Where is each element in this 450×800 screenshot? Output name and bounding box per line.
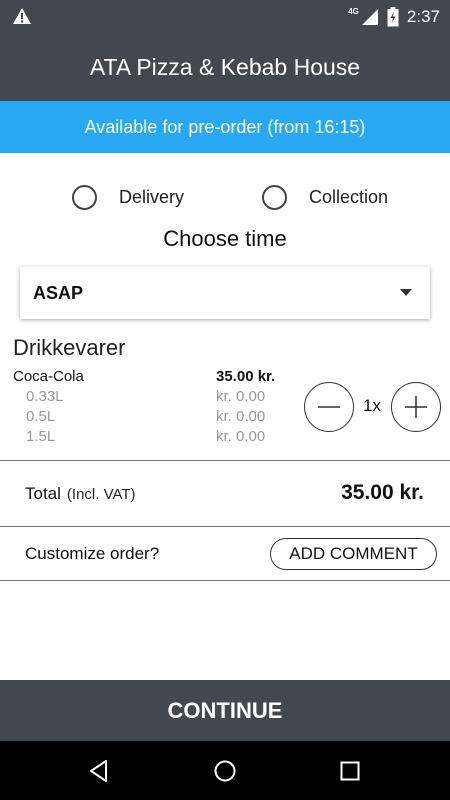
item-price: 35.00 kr. xyxy=(216,368,276,385)
category-title: Drikkevarer xyxy=(13,335,126,360)
continue-label: CONTINUE xyxy=(167,697,283,723)
divider xyxy=(0,526,450,527)
vat-note: (Incl. VAT) xyxy=(66,486,136,503)
total-label: Total (Incl. VAT) xyxy=(25,484,136,504)
system-nav-bar xyxy=(0,741,450,800)
app-bar: ATA Pizza & Kebab House xyxy=(0,34,450,101)
quantity-value: 1x xyxy=(363,396,381,415)
collection-radio[interactable]: Collection xyxy=(262,178,388,216)
plus-icon xyxy=(405,396,427,418)
banner-text: Available for pre-order (from 16:15) xyxy=(84,116,366,137)
customize-question: Customize order? xyxy=(25,544,160,563)
back-icon[interactable] xyxy=(86,758,112,784)
battery-icon xyxy=(387,7,399,27)
total-value: 35.00 kr. xyxy=(341,481,424,504)
total-text: Total xyxy=(25,484,61,503)
network-type: 4G xyxy=(348,6,359,16)
add-comment-button[interactable]: ADD COMMENT xyxy=(270,538,437,570)
clock: 2:37 xyxy=(406,7,440,26)
order-type-group: Delivery Collection xyxy=(0,178,450,216)
delivery-radio[interactable]: Delivery xyxy=(72,178,184,216)
recents-icon[interactable] xyxy=(337,758,363,784)
size-price: kr. 0.00 xyxy=(216,428,266,445)
warning-icon xyxy=(13,8,31,24)
size-label: 0.33L xyxy=(26,388,64,405)
page-title: ATA Pizza & Kebab House xyxy=(89,54,361,80)
time-select[interactable]: ASAP xyxy=(20,267,430,319)
time-select-value: ASAP xyxy=(33,282,84,303)
status-bar: 4G 2:37 xyxy=(0,0,450,34)
radio-circle[interactable] xyxy=(262,184,287,210)
size-price: kr. 0.00 xyxy=(216,408,266,425)
radio-circle[interactable] xyxy=(72,184,97,210)
delivery-label: Delivery xyxy=(119,186,185,207)
increase-quantity-button[interactable] xyxy=(391,382,441,432)
size-label: 1.5L xyxy=(26,428,56,445)
home-icon[interactable] xyxy=(212,758,238,784)
choose-time-heading: Choose time xyxy=(163,226,287,251)
item-name: Coca-Cola xyxy=(13,368,84,385)
size-price: kr. 0.00 xyxy=(216,388,266,405)
continue-button[interactable]: CONTINUE xyxy=(0,680,450,741)
size-label: 0.5L xyxy=(26,408,56,425)
collection-label: Collection xyxy=(309,186,389,207)
chevron-down-icon xyxy=(400,289,412,296)
decrease-quantity-button[interactable] xyxy=(304,382,354,432)
minus-icon xyxy=(318,406,340,408)
signal-icon xyxy=(361,9,378,25)
preorder-banner: Available for pre-order (from 16:15) xyxy=(0,101,450,153)
divider xyxy=(0,580,450,581)
divider xyxy=(0,460,450,461)
